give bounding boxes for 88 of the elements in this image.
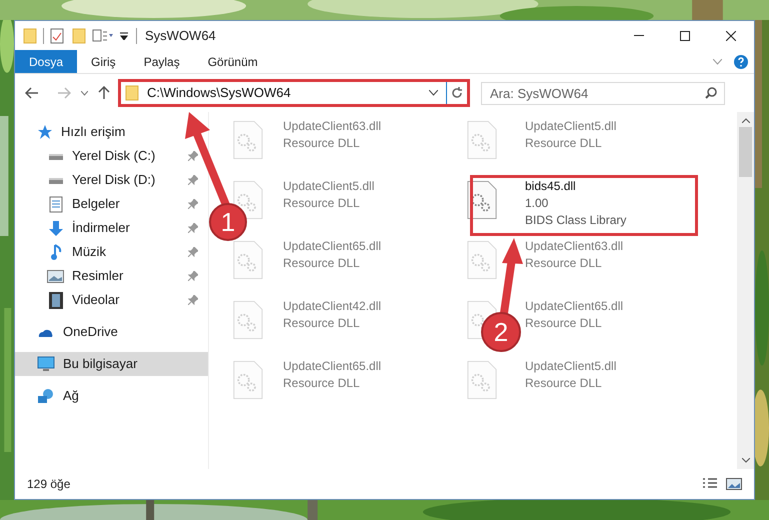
file-detail: Resource DLL [525, 135, 603, 152]
file-detail: Resource DLL [283, 255, 361, 272]
sidebar-item[interactable]: Bu bilgisayar [15, 352, 208, 376]
gear-file-icon [467, 118, 497, 162]
minimize-icon [634, 35, 644, 36]
sidebar-item[interactable]: Ağ [15, 384, 183, 408]
sidebar-item[interactable]: OneDrive [15, 320, 183, 344]
item-count: 129 öğe [27, 476, 70, 493]
ribbon-tab[interactable]: Görünüm [194, 50, 272, 73]
file-name[interactable]: UpdateClient63.dll [525, 238, 624, 255]
gear-file-icon [233, 358, 263, 402]
file-name[interactable]: UpdateClient42.dll [283, 298, 382, 315]
search-icon [705, 87, 717, 99]
pin-icon[interactable] [188, 151, 198, 161]
file-name[interactable]: UpdateClient5.dll [283, 178, 374, 195]
details-view-icon[interactable] [702, 478, 718, 490]
file-detail: Resource DLL [283, 375, 361, 392]
file-name[interactable]: UpdateClient65.dll [283, 358, 382, 375]
sidebar-item[interactable]: Müzik [15, 240, 183, 264]
address-bar[interactable]: C:\Windows\SysWOW64 [118, 79, 470, 107]
view-options-icon[interactable] [92, 28, 114, 42]
back-arrow-icon[interactable] [25, 87, 39, 99]
gear-file-icon [233, 238, 263, 282]
network-icon [37, 388, 55, 404]
help-icon[interactable] [734, 54, 748, 68]
file-detail: Resource DLL [283, 135, 361, 152]
folder-icon [125, 85, 139, 101]
gear-file-icon [233, 298, 263, 342]
sidebar-item[interactable]: Resimler [15, 264, 183, 288]
sidebar-item[interactable]: Yerel Disk (C:) [15, 144, 183, 168]
file-name[interactable]: UpdateClient65.dll [525, 298, 624, 315]
refresh-icon[interactable] [451, 87, 463, 99]
file-name[interactable]: UpdateClient5.dll [525, 358, 616, 375]
computer-icon [37, 356, 55, 372]
gear-file-icon [233, 118, 263, 162]
scrollbar-thumb[interactable] [739, 127, 752, 177]
gear-file-icon [467, 358, 497, 402]
file-detail: Resource DLL [525, 315, 603, 332]
file-detail: Resource DLL [283, 315, 361, 332]
ribbon-tab[interactable]: Dosya [15, 50, 78, 73]
new-folder-icon [72, 28, 86, 44]
sidebar-item[interactable]: Videolar [15, 288, 183, 312]
music-note-icon [50, 244, 62, 260]
sidebar-item[interactable]: Hızlı erişim [15, 120, 183, 144]
pin-icon[interactable] [188, 271, 198, 281]
pin-icon[interactable] [188, 247, 198, 257]
close-icon [726, 30, 736, 40]
sidebar-item[interactable]: İndirmeler [15, 216, 183, 240]
file-detail: Resource DLL [525, 255, 603, 272]
sidebar-item[interactable]: Yerel Disk (D:) [15, 168, 183, 192]
ribbon-tab[interactable]: Paylaş [130, 50, 194, 73]
file-detail: Resource DLL [525, 375, 603, 392]
ribbon-tab[interactable]: Giriş [77, 50, 130, 73]
file-name[interactable]: UpdateClient5.dll [525, 118, 616, 135]
search-field[interactable]: Ara: SysWOW64 [481, 82, 725, 104]
address-path: C:\Windows\SysWOW64 [147, 84, 291, 102]
file-detail: Resource DLL [283, 195, 361, 212]
tiles-view-icon[interactable] [726, 478, 742, 490]
file-name[interactable]: UpdateClient63.dll [283, 118, 382, 135]
image-icon [47, 270, 64, 282]
pin-icon[interactable] [188, 199, 198, 209]
scrollbar[interactable] [737, 112, 754, 469]
pin-icon[interactable] [188, 295, 198, 305]
sidebar-item[interactable]: Belgeler [15, 192, 183, 216]
file-detail: 1.00 [525, 195, 550, 212]
star-icon [37, 124, 53, 140]
customize-dropdown-icon[interactable] [120, 32, 128, 40]
maximize-icon [680, 30, 690, 40]
drive-icon [48, 151, 64, 161]
pin-icon[interactable] [188, 175, 198, 185]
file-name[interactable]: UpdateClient65.dll [283, 238, 382, 255]
drive-icon [48, 175, 64, 185]
window-title: SysWOW64 [145, 26, 216, 45]
film-icon [48, 292, 62, 308]
recent-dropdown-icon[interactable] [81, 90, 88, 96]
download-arrow-icon [48, 220, 64, 236]
scroll-up-icon[interactable] [742, 118, 750, 123]
file-detail: BIDS Class Library [525, 212, 626, 229]
dropdown-caret-icon[interactable] [429, 90, 438, 96]
pin-icon[interactable] [188, 223, 198, 233]
folder-icon [23, 28, 37, 44]
chevron-down-icon[interactable] [713, 58, 722, 64]
gear-file-icon [467, 238, 497, 282]
properties-icon[interactable] [50, 28, 64, 44]
up-arrow-icon[interactable] [98, 86, 110, 100]
scroll-down-icon[interactable] [742, 458, 750, 463]
document-icon [48, 196, 62, 212]
file-name[interactable]: bids45.dll [525, 178, 626, 195]
